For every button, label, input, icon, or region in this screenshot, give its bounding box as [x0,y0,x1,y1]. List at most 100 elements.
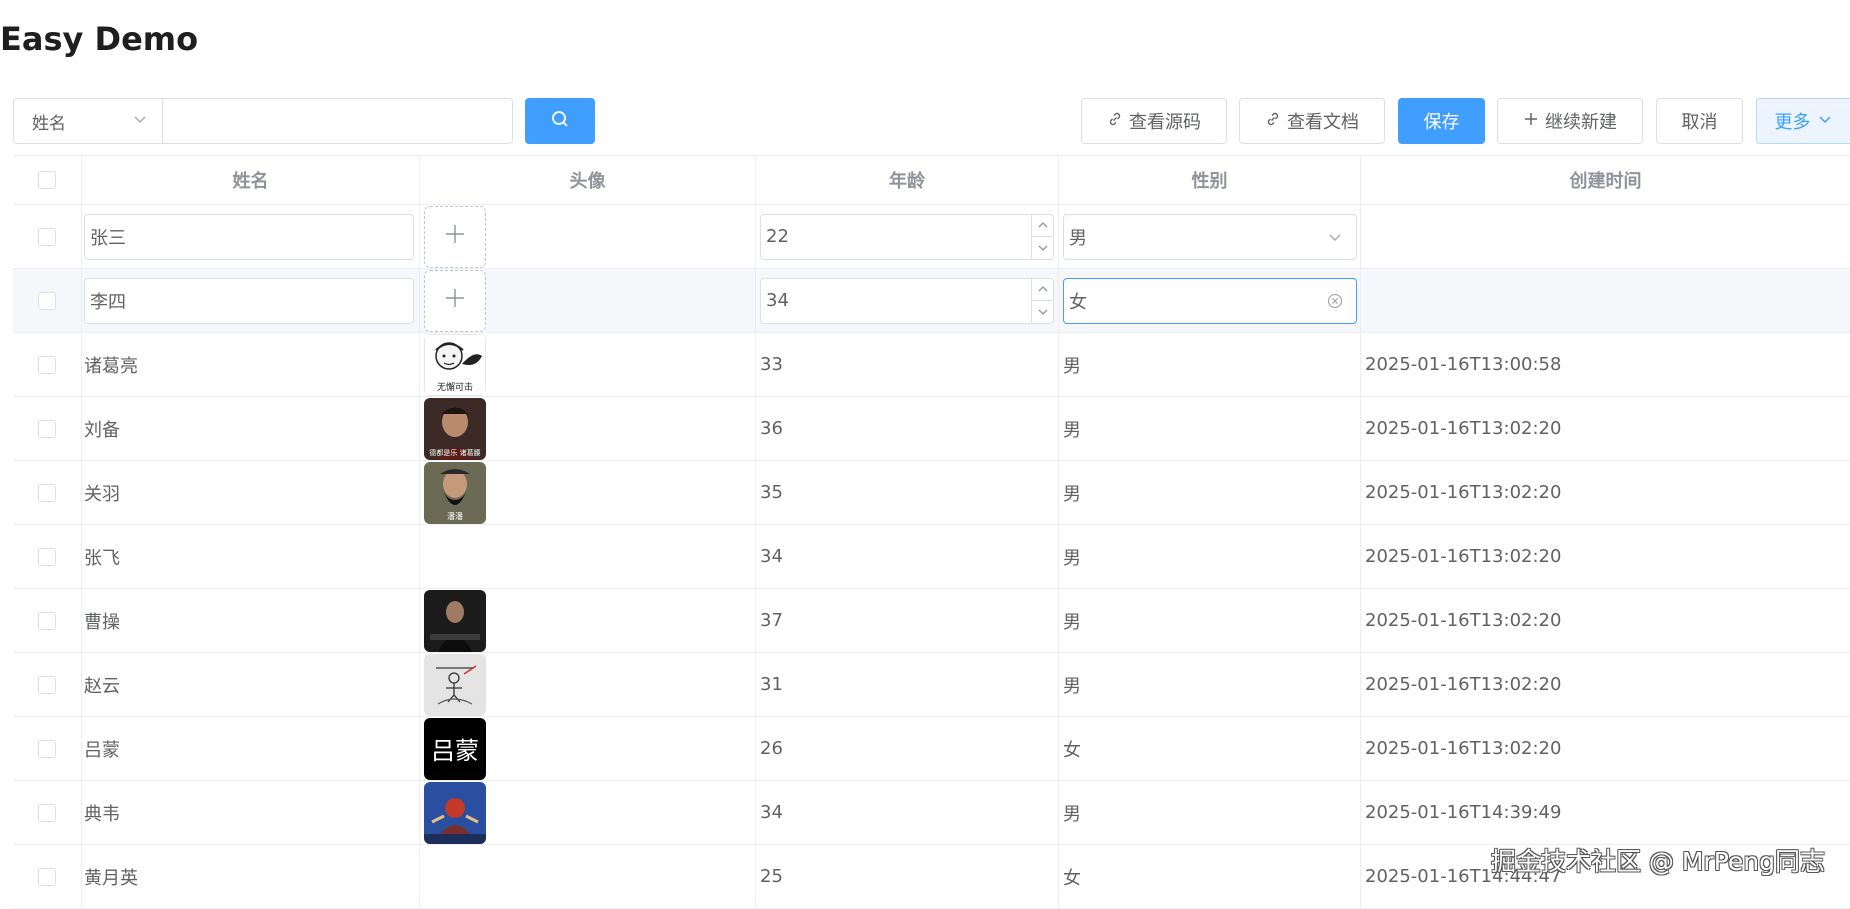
header-name: 姓名 [82,156,420,204]
age-cell: 25 [756,845,1059,908]
age-cell: 31 [756,653,1059,716]
chevron-down-icon [1817,111,1833,132]
created-cell: 2025-01-16T13:02:20 [1365,482,1562,503]
gender-value: 女 [1069,291,1087,313]
name-cell: 诸葛亮 [82,333,420,396]
row-checkbox[interactable] [38,547,56,566]
decrease-icon[interactable] [1032,301,1053,323]
row-checkbox[interactable] [38,419,56,438]
table-row[interactable]: 张飞 34 男 2025-01-16T13:02:20 [13,525,1850,589]
name-input[interactable]: 张三 [84,213,414,260]
created-cell: 2025-01-16T13:02:20 [1365,418,1562,439]
search-field-select[interactable]: 姓名 [13,98,163,144]
table-row[interactable]: 吕蒙 吕蒙 26 女 2025-01-16T13:02:20 [13,717,1850,781]
avatar-cell [420,653,756,716]
portrait-avatar [424,589,486,652]
view-source-label: 查看源码 [1129,112,1201,133]
gender-select[interactable]: 男 [1063,213,1357,260]
avatar-cell: 德都是乐 诸葛腰 [420,397,756,460]
decrease-icon[interactable] [1032,237,1053,259]
age-stepper[interactable] [1031,214,1053,259]
row-checkbox-cell [13,845,82,908]
name-cell: 曹操 [82,589,420,652]
plus-icon [444,223,466,250]
avatar-upload[interactable] [424,269,486,332]
table-row[interactable]: 曹操 37 男 2025-01-16T13:02:20 [13,589,1850,653]
gender-cell: 男 [1059,781,1361,844]
table-row[interactable]: 刘备 德都是乐 诸葛腰 36 男 2025-01-16T13:02:20 [13,397,1850,461]
view-source-button[interactable]: 查看源码 [1081,98,1227,144]
search-icon [550,109,570,133]
chevron-down-icon [132,111,148,132]
row-checkbox[interactable] [38,867,56,886]
svg-text:潘潘: 潘潘 [447,511,463,521]
row-checkbox[interactable] [38,675,56,694]
avatar-cell: 潘潘 [420,461,756,524]
gender-cell: 男 [1059,205,1361,268]
view-docs-button[interactable]: 查看文档 [1239,98,1385,144]
avatar-text: 吕蒙 [431,737,479,765]
clear-icon[interactable] [1326,292,1344,315]
table-row-edit: 张三 22 男 [13,205,1850,269]
age-stepper[interactable] [1031,278,1053,323]
age-cell: 34 [756,269,1059,332]
link-icon [1265,111,1281,132]
age-cell: 35 [756,461,1059,524]
age-cell: 22 [756,205,1059,268]
search-field-label: 姓名 [32,113,66,134]
gender-value: 男 [1069,227,1087,249]
plus-icon [444,287,466,314]
age-cell: 36 [756,397,1059,460]
gender-select[interactable]: 女 [1063,277,1357,324]
select-all-checkbox[interactable] [38,171,56,189]
gender-cell: 女 [1059,717,1361,780]
view-docs-label: 查看文档 [1287,112,1359,133]
row-checkbox[interactable] [38,483,56,502]
avatar-cell [420,525,756,588]
avatar-upload[interactable] [424,205,486,268]
portrait-avatar: 德都是乐 诸葛腰 [424,397,486,460]
table-row[interactable]: 诸葛亮 无懈可击 33 男 2025-01-16T13:00:58 [13,333,1850,397]
row-checkbox-cell [13,781,82,844]
more-button[interactable]: 更多 [1756,98,1850,144]
age-input[interactable]: 22 [760,213,1054,260]
table-row[interactable]: 赵云 31 男 2025-01-16T13:02:20 [13,653,1850,717]
row-checkbox[interactable] [38,291,56,310]
search-button[interactable] [525,98,595,144]
age-cell: 37 [756,589,1059,652]
row-checkbox-cell [13,717,82,780]
avatar-cell [420,845,756,908]
name-input[interactable]: 李四 [84,277,414,324]
name-cell: 吕蒙 [82,717,420,780]
avatar-cell [420,589,756,652]
chevron-down-icon [1326,228,1344,251]
increase-icon[interactable] [1032,215,1053,237]
row-checkbox[interactable] [38,611,56,630]
row-checkbox-cell [13,397,82,460]
row-checkbox[interactable] [38,803,56,822]
row-checkbox[interactable] [38,227,56,246]
table-row[interactable]: 关羽 潘潘 35 男 2025-01-16T13:02:20 [13,461,1850,525]
name-cell: 李四 [82,269,420,332]
created-cell [1361,269,1850,332]
continue-new-button[interactable]: 继续新建 [1497,98,1643,144]
age-input[interactable]: 34 [760,277,1054,324]
svg-text:德都是乐 诸葛腰: 德都是乐 诸葛腰 [429,448,480,457]
created-cell: 2025-01-16T13:00:58 [1365,354,1562,375]
row-checkbox[interactable] [38,739,56,758]
increase-icon[interactable] [1032,279,1053,301]
header-age: 年龄 [756,156,1059,204]
table-row[interactable]: 典韦 34 男 2025-01-16T14:39:49 [13,781,1850,845]
save-button[interactable]: 保存 [1398,98,1485,144]
search-input[interactable] [163,98,513,144]
row-checkbox[interactable] [38,355,56,374]
cancel-button[interactable]: 取消 [1656,98,1743,144]
created-cell: 2025-01-16T13:02:20 [1365,674,1562,695]
name-cell: 典韦 [82,781,420,844]
avatar-cell [420,205,756,268]
row-checkbox-cell [13,589,82,652]
avatar-cell: 无懈可击 [420,333,756,396]
age-value: 34 [766,290,789,311]
age-value: 22 [766,226,789,247]
gender-cell: 男 [1059,397,1361,460]
